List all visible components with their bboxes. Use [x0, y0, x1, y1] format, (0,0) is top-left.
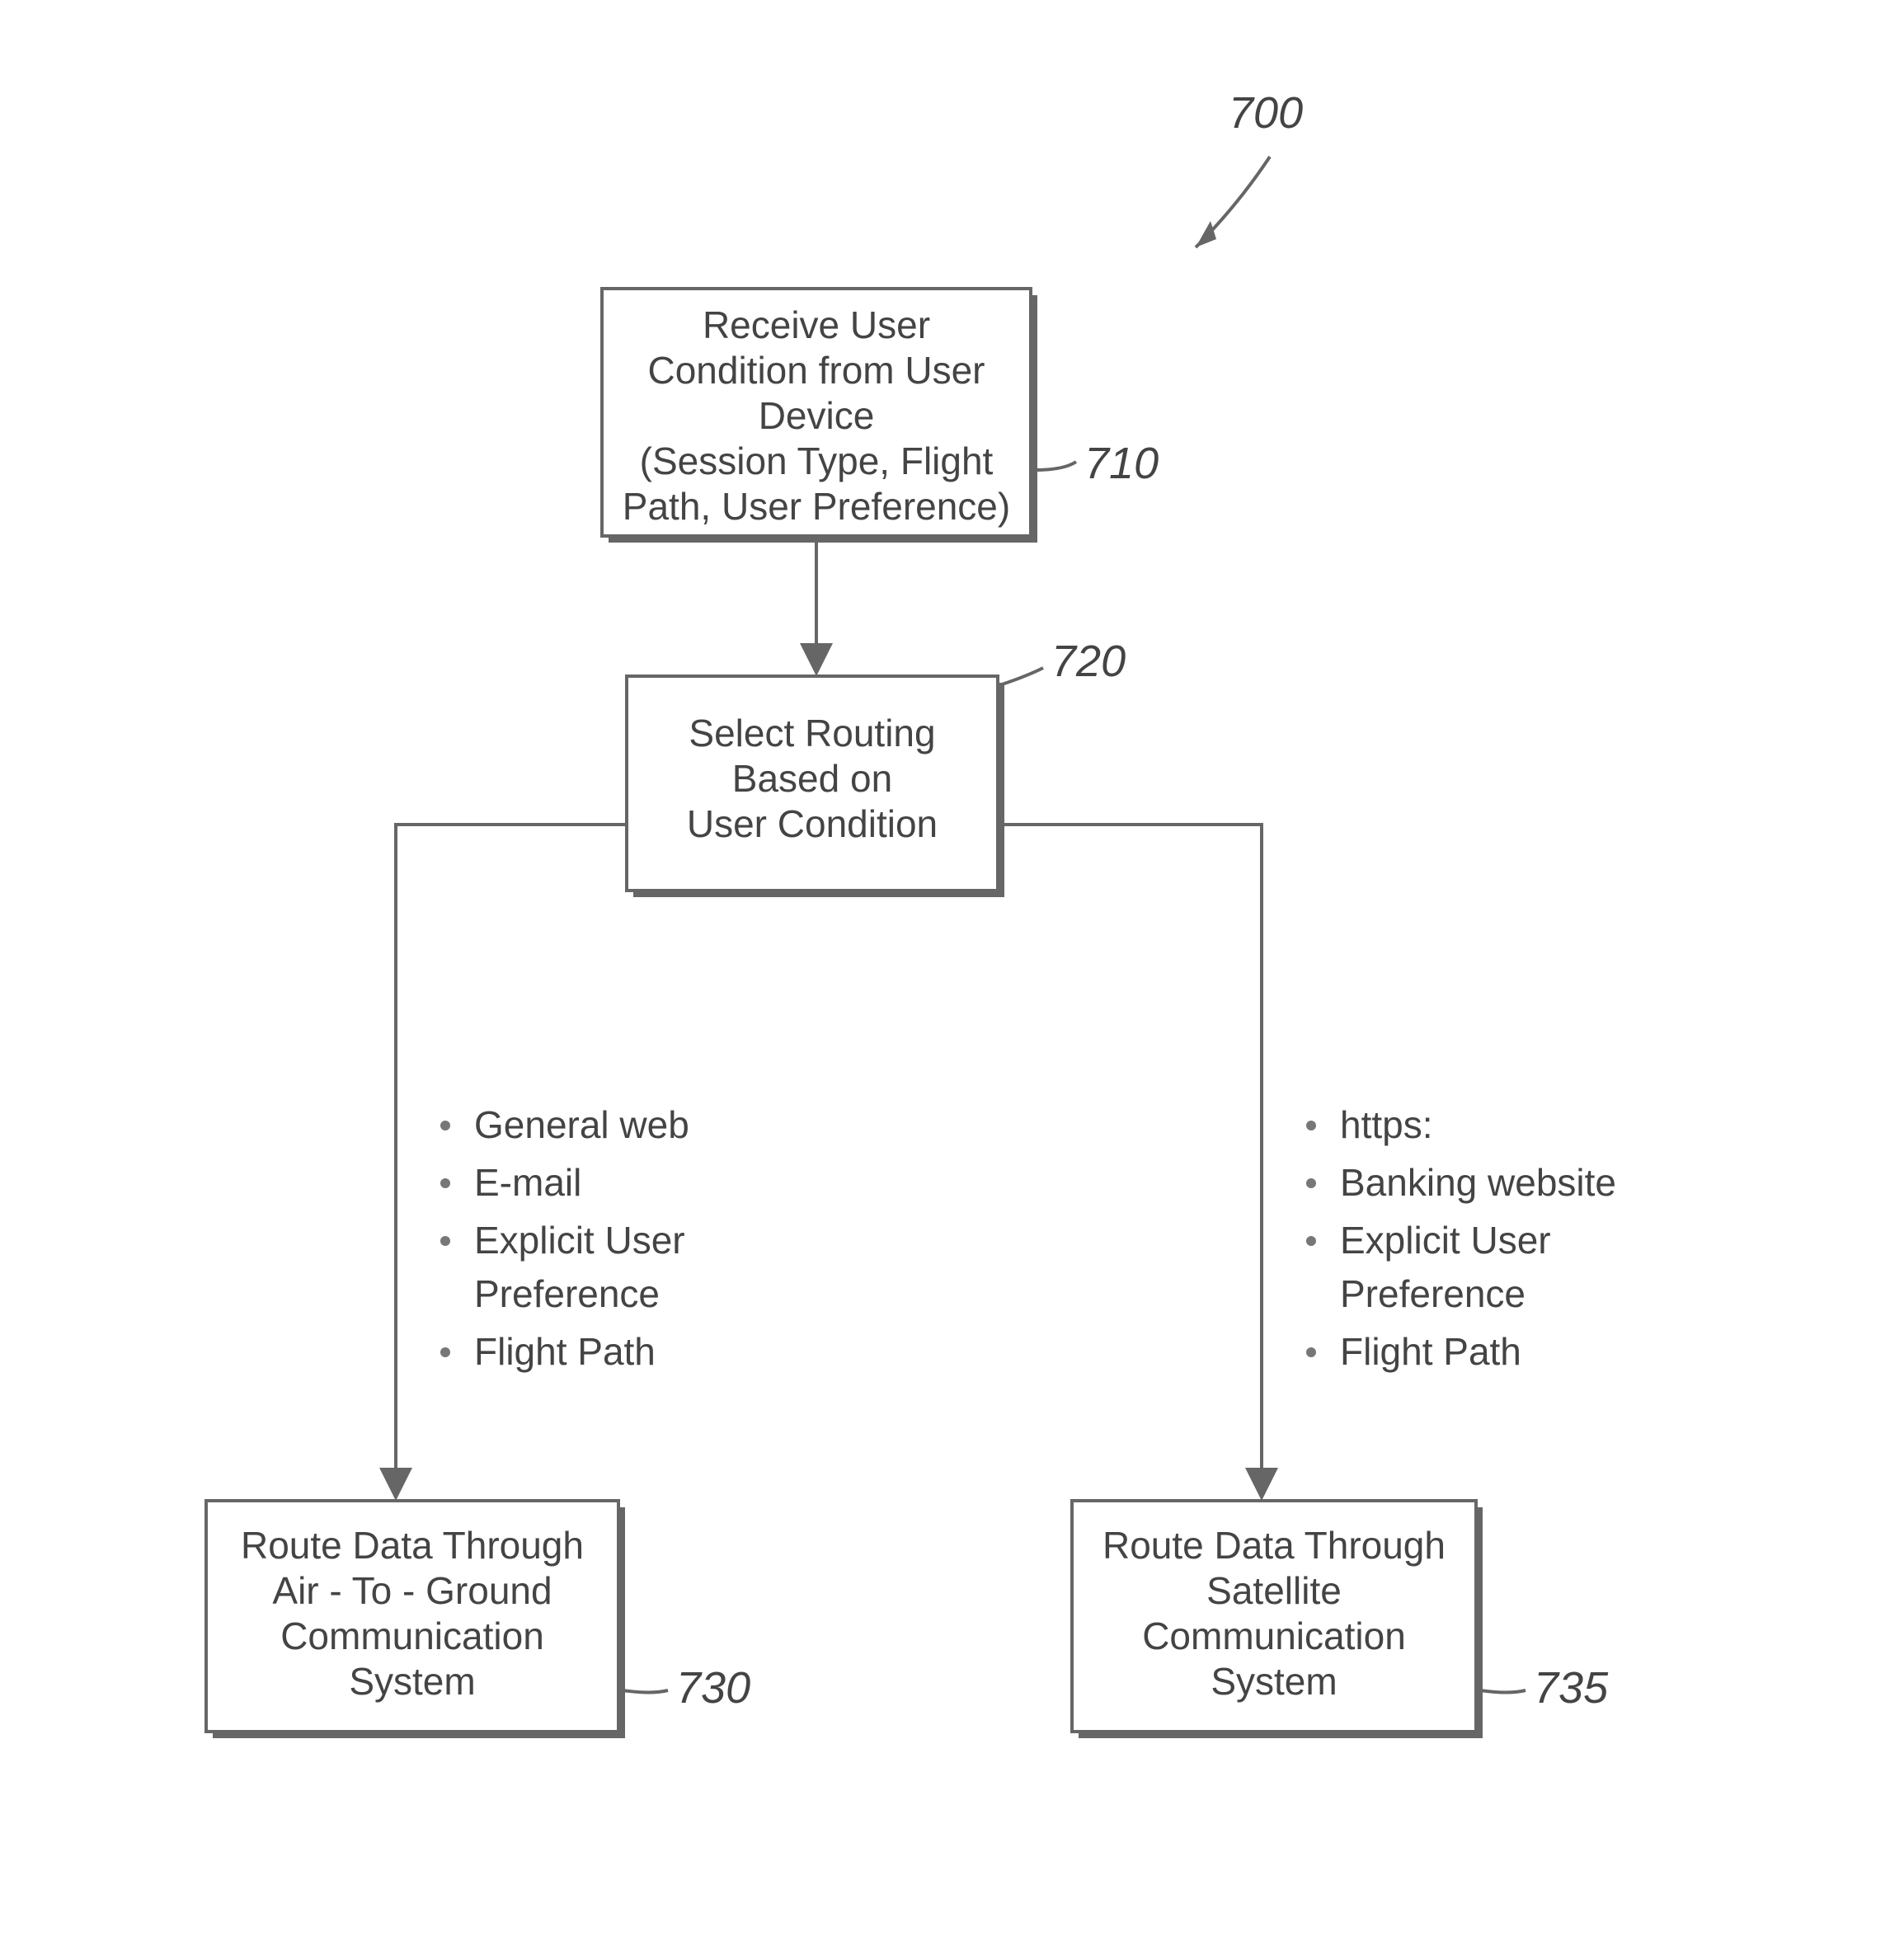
rb2: Explicit User — [1340, 1219, 1551, 1262]
b735-l3: System — [1211, 1660, 1337, 1703]
arrow-720-735-head — [1245, 1468, 1278, 1501]
box-710: Receive User Condition from User Device … — [602, 289, 1037, 543]
ref-735: 735 — [1534, 1663, 1609, 1713]
b710-l0: Receive User — [703, 303, 930, 346]
rb4: Flight Path — [1340, 1330, 1521, 1373]
b720-l2: User Condition — [687, 802, 938, 845]
ref-700: 700 — [1229, 88, 1303, 138]
lb2: Explicit User — [474, 1219, 685, 1262]
arrow-720-730 — [396, 825, 627, 1484]
arrow-710-720-head — [800, 643, 833, 676]
b730-l1: Air - To - Ground — [272, 1569, 552, 1612]
arrow-720-730-head — [379, 1468, 412, 1501]
b730-l0: Route Data Through — [241, 1524, 584, 1567]
b710-l3: (Session Type, Flight — [640, 439, 994, 482]
b720-l1: Based on — [732, 757, 892, 800]
b730-l3: System — [349, 1660, 475, 1703]
leader-730 — [623, 1690, 668, 1693]
lb0: General web — [474, 1103, 689, 1146]
rb3: Preference — [1340, 1272, 1526, 1315]
b710-l4: Path, User Preference) — [623, 485, 1010, 528]
arrow-720-735 — [998, 825, 1262, 1484]
leader-710 — [1035, 462, 1076, 470]
b735-l1: Satellite — [1206, 1569, 1342, 1612]
flowchart: 700 Receive User Condition from User Dev… — [0, 0, 1904, 1960]
ref-720: 720 — [1051, 637, 1126, 686]
b720-l0: Select Routing — [689, 712, 935, 754]
ref-710: 710 — [1084, 439, 1159, 488]
lb4: Flight Path — [474, 1330, 656, 1373]
b735-l2: Communication — [1142, 1615, 1406, 1657]
b730-l2: Communication — [280, 1615, 544, 1657]
box-730: Route Data Through Air - To - Ground Com… — [206, 1501, 625, 1738]
b735-l0: Route Data Through — [1102, 1524, 1446, 1567]
box-720: Select Routing Based on User Condition — [627, 676, 1004, 897]
pointer-700-head — [1196, 221, 1216, 247]
leader-720 — [1002, 668, 1043, 684]
ref-730: 730 — [676, 1663, 750, 1713]
b710-l2: Device — [759, 394, 875, 437]
leader-735 — [1480, 1690, 1526, 1693]
rb0: https: — [1340, 1103, 1433, 1146]
left-bullets: General web E-mail Explicit User Prefere… — [440, 1103, 689, 1373]
rb1: Banking website — [1340, 1161, 1616, 1204]
right-bullets: https: Banking website Explicit User Pre… — [1306, 1103, 1616, 1373]
lb3: Preference — [474, 1272, 660, 1315]
lb1: E-mail — [474, 1161, 581, 1204]
b710-l1: Condition from User — [647, 349, 985, 392]
box-735: Route Data Through Satellite Communicati… — [1072, 1501, 1483, 1738]
